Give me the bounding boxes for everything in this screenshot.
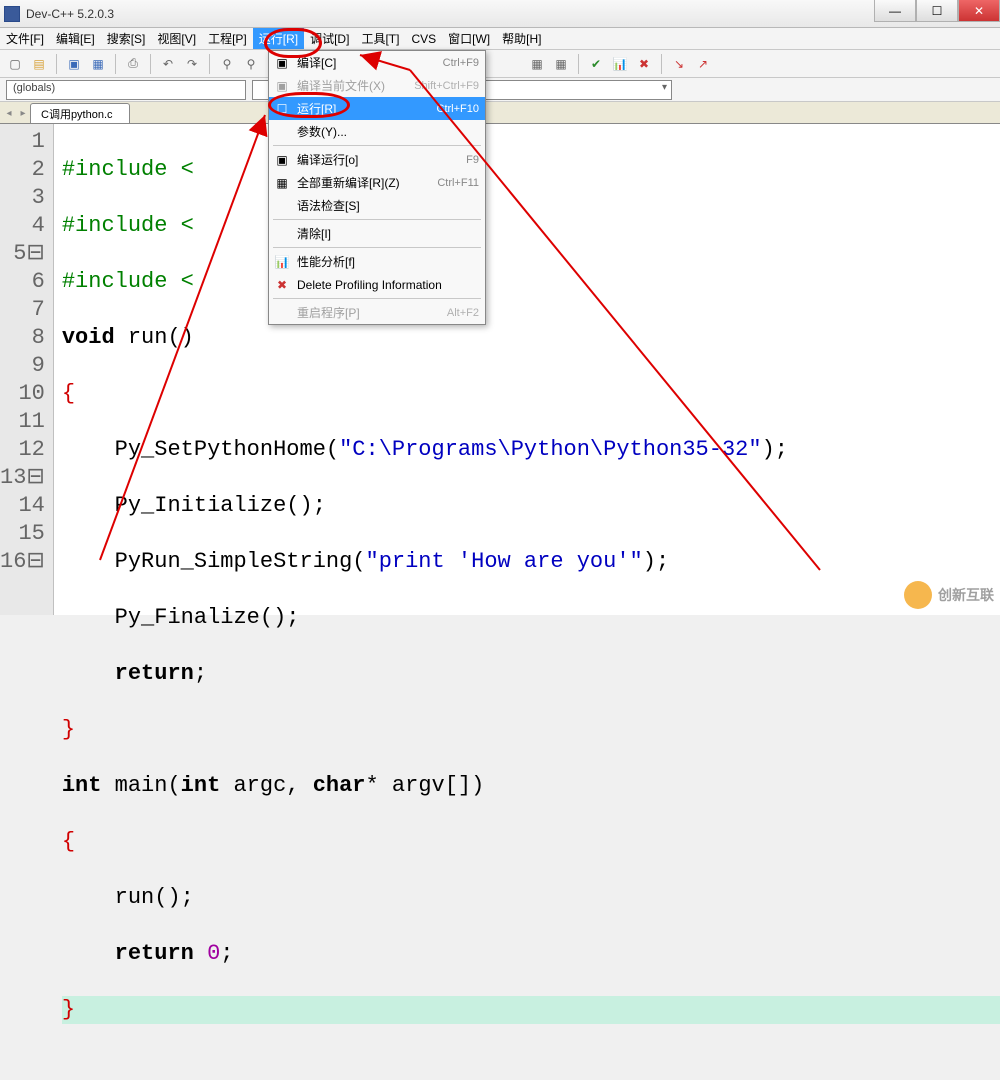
maximize-button[interactable]: ☐ [916,0,958,22]
window-icon: ☐ [273,100,291,118]
menu-debug[interactable]: 调试[D] [304,28,355,49]
tabbar: ◂ ▸ C调用python.c [0,102,1000,124]
step2-icon[interactable]: ↗ [692,53,714,75]
tab-next-icon[interactable]: ▸ [16,104,30,122]
menu-params[interactable]: 参数(Y)... [269,120,485,143]
menu-clear[interactable]: 清除[I] [269,222,485,245]
app-icon [4,6,20,22]
menu-profile[interactable]: 📊 性能分析[f] [269,250,485,273]
menu-window[interactable]: 窗口[W] [442,28,496,49]
watermark-text: 创新互联 [938,585,994,605]
redo-icon[interactable]: ↷ [181,53,203,75]
save-icon[interactable]: ▣ [63,53,85,75]
print-icon[interactable]: ⎙ [122,53,144,75]
menu-tools[interactable]: 工具[T] [355,28,405,49]
new-file-icon[interactable]: ▢ [4,53,26,75]
window-controls: — ☐ ✕ [874,0,1000,22]
menu-edit[interactable]: 编辑[E] [50,28,101,49]
menu-rebuild-all[interactable]: ▦ 全部重新编译[R](Z) Ctrl+F11 [269,171,485,194]
check-icon[interactable]: ✔ [585,53,607,75]
scope-select[interactable]: (globals) [6,80,246,100]
run-menu-dropdown: ▣ 编译[C] Ctrl+F9 ▣ 编译当前文件(X) Shift+Ctrl+F… [268,50,486,325]
tab-prev-icon[interactable]: ◂ [2,104,16,122]
menu-cvs[interactable]: CVS [405,28,442,49]
step-icon[interactable]: ↘ [668,53,690,75]
gutter: 1 2 3 4 5⊟ 6 7 8 9 10 11 12 13⊟ 14 15 16… [0,124,54,615]
menu-search[interactable]: 搜索[S] [101,28,152,49]
save-all-icon[interactable]: ▦ [87,53,109,75]
file-tab[interactable]: C调用python.c [30,103,130,123]
menu-restart: 重启程序[P] Alt+F2 [269,301,485,324]
find-icon[interactable]: ⚲ [216,53,238,75]
close-button[interactable]: ✕ [958,0,1000,22]
menu-file[interactable]: 文件[F] [0,28,50,49]
chart-icon: 📊 [273,253,291,271]
menu-syntax-check[interactable]: 语法检查[S] [269,194,485,217]
x-icon: ✖ [273,276,291,294]
cube-icon: ▣ [273,54,291,72]
chart-icon[interactable]: 📊 [609,53,631,75]
code-editor[interactable]: 1 2 3 4 5⊟ 6 7 8 9 10 11 12 13⊟ 14 15 16… [0,124,1000,615]
menu-compile-current: ▣ 编译当前文件(X) Shift+Ctrl+F9 [269,74,485,97]
open-file-icon[interactable]: ▤ [28,53,50,75]
toolbar: ▢ ▤ ▣ ▦ ⎙ ↶ ↷ ⚲ ⚲ ▦ ▦ ✔ 📊 ✖ ↘ ↗ [0,50,1000,78]
x-icon[interactable]: ✖ [633,53,655,75]
menu-run[interactable]: 运行[R] [253,28,304,49]
cube-icon: ▣ [273,77,291,95]
cube-icon: ▣ [273,151,291,169]
menu-compile[interactable]: ▣ 编译[C] Ctrl+F9 [269,51,485,74]
menu-view[interactable]: 视图[V] [151,28,202,49]
watermark-logo-icon [904,581,932,609]
undo-icon[interactable]: ↶ [157,53,179,75]
grid-icon[interactable]: ▦ [526,53,548,75]
code-area[interactable]: #include < #include < #include < void ru… [54,124,1000,615]
minimize-button[interactable]: — [874,0,916,22]
titlebar: Dev-C++ 5.2.0.3 — ☐ ✕ [0,0,1000,28]
replace-icon[interactable]: ⚲ [240,53,262,75]
menu-run-item[interactable]: ☐ 运行[R] Ctrl+F10 [269,97,485,120]
menu-compile-run[interactable]: ▣ 编译运行[o] F9 [269,148,485,171]
grid-icon: ▦ [273,174,291,192]
menubar: 文件[F] 编辑[E] 搜索[S] 视图[V] 工程[P] 运行[R] 调试[D… [0,28,1000,50]
watermark: 创新互联 [904,581,994,609]
menu-delete-profiling[interactable]: ✖ Delete Profiling Information [269,273,485,296]
menu-project[interactable]: 工程[P] [202,28,253,49]
scope-bar: (globals) [0,78,1000,102]
menu-help[interactable]: 帮助[H] [496,28,547,49]
window-title: Dev-C++ 5.2.0.3 [26,7,996,21]
grid2-icon[interactable]: ▦ [550,53,572,75]
